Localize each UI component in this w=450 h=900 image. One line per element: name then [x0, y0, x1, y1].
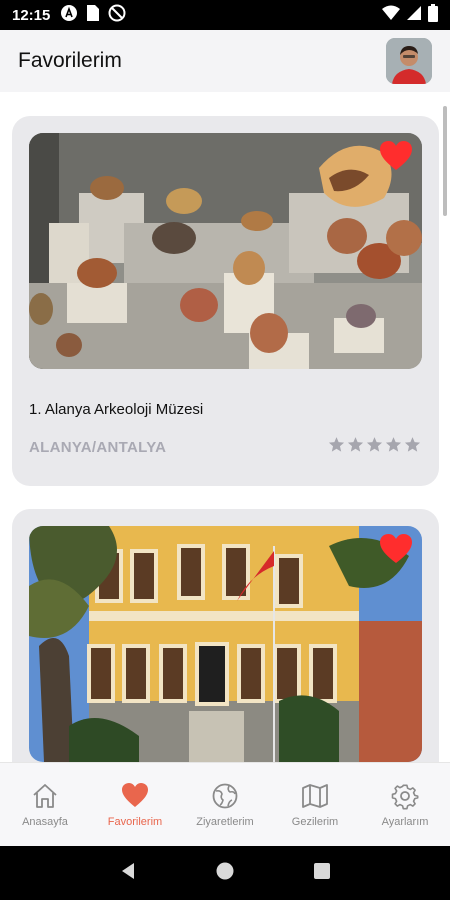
favorite-heart-icon[interactable]: [380, 141, 412, 171]
star-icon: [328, 437, 345, 452]
nav-item-favorilerim[interactable]: Favorilerim: [90, 763, 180, 846]
app-header: Favorilerim: [0, 30, 450, 92]
nav-item-ayarlarim[interactable]: Ayarlarım: [360, 763, 450, 846]
nav-label: Ziyaretlerim: [196, 815, 254, 828]
favorites-list[interactable]: 1. Alanya Arkeoloji Müzesi ALANYA/ANTALY…: [0, 92, 450, 762]
status-bar: 12:15: [0, 0, 450, 30]
page-title: Favorilerim: [18, 49, 122, 72]
system-nav-bar: [0, 846, 450, 900]
nav-label: Favorilerim: [107, 815, 163, 828]
map-icon: [302, 783, 328, 808]
nav-item-gezilerim[interactable]: Gezilerim: [270, 763, 360, 846]
bottom-nav: Anasayfa Favorilerim Ziyaretlerim Gezile…: [0, 762, 450, 846]
battery-icon: [428, 4, 438, 26]
museum-photo: [29, 133, 422, 369]
globe-icon: [212, 783, 238, 808]
star-icon: [366, 437, 383, 452]
nav-label: Gezilerim: [291, 815, 339, 828]
sim-icon: [86, 4, 100, 26]
avatar[interactable]: [386, 38, 432, 84]
nav-label: Anasayfa: [22, 815, 68, 828]
gear-icon: [391, 783, 419, 810]
signal-icon: [406, 5, 422, 25]
rating-stars: [328, 436, 421, 453]
favorite-card[interactable]: [12, 509, 439, 762]
home-button-icon[interactable]: [216, 862, 234, 885]
favorite-card[interactable]: 1. Alanya Arkeoloji Müzesi ALANYA/ANTALY…: [12, 116, 439, 486]
back-icon[interactable]: [119, 862, 137, 885]
nav-label: Ayarlarım: [381, 815, 429, 828]
star-icon: [385, 437, 402, 452]
nav-item-anasayfa[interactable]: Anasayfa: [0, 763, 90, 846]
building-photo: [29, 526, 422, 762]
wifi-icon: [382, 5, 400, 25]
home-icon: [33, 783, 57, 808]
scrollbar[interactable]: [443, 106, 447, 216]
place-title: 1. Alanya Arkeoloji Müzesi: [29, 401, 204, 418]
a-circle-icon: [60, 4, 78, 26]
favorite-heart-icon[interactable]: [380, 534, 412, 564]
nav-item-ziyaretlerim[interactable]: Ziyaretlerim: [180, 763, 270, 846]
star-icon: [404, 437, 421, 452]
star-icon: [347, 437, 364, 452]
heart-icon: [122, 782, 148, 807]
recents-icon[interactable]: [313, 862, 331, 885]
status-time: 12:15: [12, 6, 51, 24]
no-disturb-icon: [108, 4, 126, 26]
place-location: ALANYA/ANTALYA: [29, 439, 167, 456]
